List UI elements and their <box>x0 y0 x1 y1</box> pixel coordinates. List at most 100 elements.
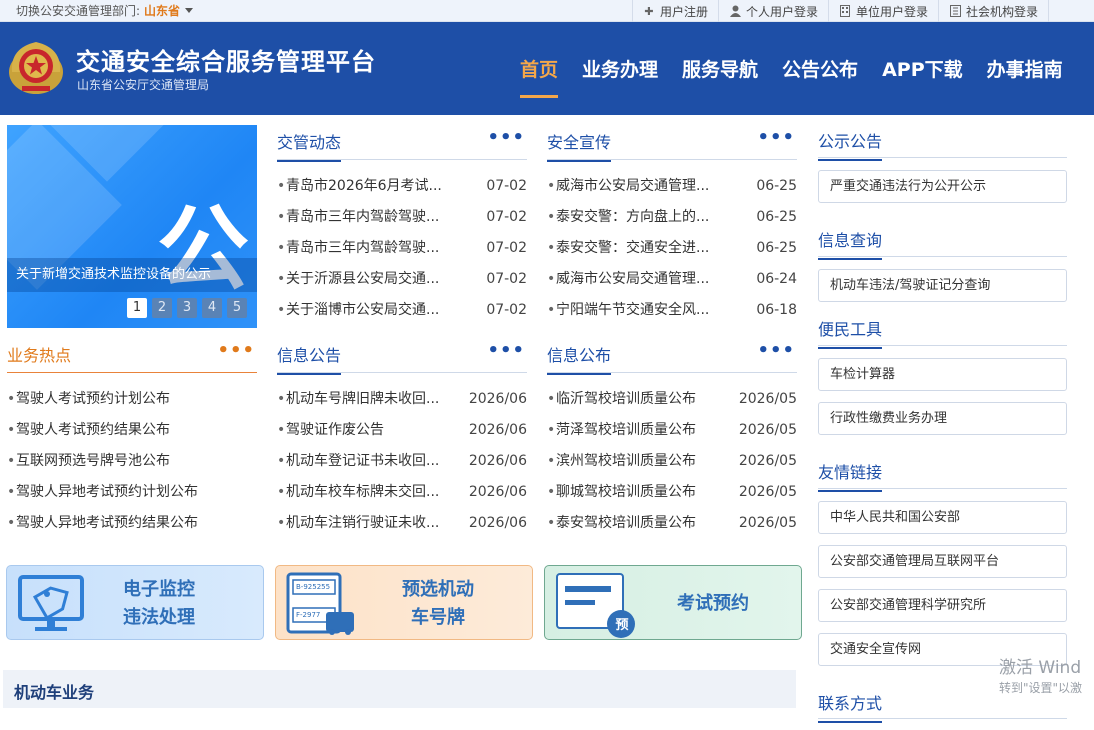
link-box[interactable]: 机动车违法/驾驶证记分查询 <box>818 269 1067 302</box>
nav-service-guide[interactable]: 服务导航 <box>670 22 770 115</box>
item-date: 06-18 <box>756 302 797 318</box>
plate-select-tile[interactable]: B-925255 F-2977 预选机动 车号牌 <box>275 565 533 640</box>
item-title: 驾驶人考试预约计划公布 <box>16 391 170 407</box>
list-item[interactable]: 青岛市三年内驾龄驾驶... 07-02 <box>277 233 527 264</box>
register-link[interactable]: ✚ 用户注册 <box>632 0 718 22</box>
list-item[interactable]: 关于淄博市公安局交通... 07-02 <box>277 295 527 326</box>
item-title: 机动车号牌旧牌未收回... <box>286 391 440 407</box>
caret-down-icon[interactable] <box>185 8 194 13</box>
tile-line: 违法处理 <box>123 607 195 628</box>
item-date: 2026/05 <box>738 391 797 407</box>
user-icon <box>729 5 741 17</box>
department-switcher[interactable]: 切换公安交通管理部门: 山东省 <box>16 2 194 19</box>
activation-watermark-sub: 转到"设置"以激 <box>999 681 1083 695</box>
panel-title[interactable]: 安全宣传 <box>547 129 612 162</box>
more-icon[interactable]: ••• <box>757 127 795 148</box>
panel-title[interactable]: 联系方式 <box>818 690 883 723</box>
list-item[interactable]: 聊城驾校培训质量公布 2026/05 <box>547 477 797 508</box>
list-item[interactable]: 泰安交警：交通安全进... 06-25 <box>547 233 797 264</box>
nav-home[interactable]: 首页 <box>508 22 570 115</box>
item-date: 06-25 <box>756 178 797 194</box>
panel-title[interactable]: 交管动态 <box>277 129 342 162</box>
panel-title[interactable]: 便民工具 <box>818 316 883 349</box>
list-item[interactable]: 互联网预选号牌号池公布 <box>7 446 257 477</box>
nav-announcements[interactable]: 公告公布 <box>770 22 870 115</box>
panel-title[interactable]: 信息查询 <box>818 227 883 260</box>
exam-booking-tile[interactable]: 预 考试预约 <box>544 565 802 640</box>
hot-business-panel: 业务热点 ••• 驾驶人考试预约计划公布 驾驶人考试预约结果公布 互联网预选号牌… <box>7 338 257 539</box>
item-date: 2026/06 <box>468 422 527 438</box>
personal-login-link[interactable]: 个人用户登录 <box>718 0 828 22</box>
list-item[interactable]: 滨州驾校培训质量公布 2026/05 <box>547 446 797 477</box>
site-header: 交通安全综合服务管理平台 山东省公安厅交通管理局 首页 业务办理 服务导航 公告… <box>0 22 1094 115</box>
link-box[interactable]: 严重交通违法行为公开公示 <box>818 170 1067 203</box>
list-item[interactable]: 驾驶人异地考试预约结果公布 <box>7 508 257 539</box>
tile-label: 电子监控 违法处理 <box>107 576 211 632</box>
item-date: 07-02 <box>486 302 527 318</box>
nav-guide[interactable]: 办事指南 <box>975 22 1075 115</box>
link-box[interactable]: 公安部交通管理科学研究所 <box>818 589 1067 622</box>
link-box[interactable]: 行政性缴费业务办理 <box>818 402 1067 435</box>
list-item[interactable]: 机动车注销行驶证未收... 2026/06 <box>277 508 527 539</box>
list-item[interactable]: 青岛市2026年6月考试... 07-02 <box>277 171 527 202</box>
list-item[interactable]: 驾驶人考试预约计划公布 <box>7 384 257 415</box>
list-item[interactable]: 青岛市三年内驾龄驾驶... 07-02 <box>277 202 527 233</box>
link-box[interactable]: 车检计算器 <box>818 358 1067 391</box>
more-icon[interactable]: ••• <box>487 340 525 361</box>
list-item[interactable]: 威海市公安局交通管理... 06-25 <box>547 171 797 202</box>
list-item[interactable]: 机动车号牌旧牌未收回... 2026/06 <box>277 384 527 415</box>
carousel-dot[interactable]: 1 <box>127 298 147 318</box>
account-links: ✚ 用户注册 个人用户登录 单位用户登录 社会机构登录 <box>632 0 1050 22</box>
item-date: 2026/05 <box>738 422 797 438</box>
list-item[interactable]: 泰安交警：方向盘上的... 06-25 <box>547 202 797 233</box>
list-item[interactable]: 临沂驾校培训质量公布 2026/05 <box>547 384 797 415</box>
list-item[interactable]: 机动车登记证书未收回... 2026/06 <box>277 446 527 477</box>
nav-business[interactable]: 业务办理 <box>570 22 670 115</box>
list-item[interactable]: 驾驶证作废公告 2026/06 <box>277 415 527 446</box>
item-title: 临沂驾校培训质量公布 <box>556 391 696 407</box>
list-item[interactable]: 菏泽驾校培训质量公布 2026/05 <box>547 415 797 446</box>
carousel-dot[interactable]: 2 <box>152 298 172 318</box>
plus-icon: ✚ <box>644 4 654 18</box>
list-item[interactable]: 关于沂源县公安局交通... 07-02 <box>277 264 527 295</box>
panel-title[interactable]: 信息公布 <box>547 342 612 375</box>
carousel-dot[interactable]: 5 <box>227 298 247 318</box>
list-item[interactable]: 驾驶人考试预约结果公布 <box>7 415 257 446</box>
tile-label: 预选机动 车号牌 <box>386 576 490 632</box>
link-box[interactable]: 中华人民共和国公安部 <box>818 501 1067 534</box>
more-icon[interactable]: ••• <box>757 340 795 361</box>
list-item[interactable]: 驾驶人异地考试预约计划公布 <box>7 477 257 508</box>
monitor-tag-icon <box>18 575 84 631</box>
more-icon[interactable]: ••• <box>217 340 255 361</box>
list-item[interactable]: 泰安驾校培训质量公布 2026/05 <box>547 508 797 539</box>
link-box[interactable]: 公安部交通管理局互联网平台 <box>818 545 1067 578</box>
news-carousel[interactable]: 公 关于新增交通技术监控设备的公示 1 2 3 4 5 <box>7 125 257 328</box>
list-item[interactable]: 宁阳端午节交通安全风... 06-18 <box>547 295 797 326</box>
panel-title[interactable]: 友情链接 <box>818 459 883 492</box>
nav-app-download[interactable]: APP下载 <box>870 22 975 115</box>
item-title: 聊城驾校培训质量公布 <box>556 484 696 500</box>
carousel-caption[interactable]: 关于新增交通技术监控设备的公示 <box>7 258 257 292</box>
item-date: 2026/05 <box>738 515 797 531</box>
carousel-dot[interactable]: 4 <box>202 298 222 318</box>
more-icon[interactable]: ••• <box>487 127 525 148</box>
unit-login-link[interactable]: 单位用户登录 <box>828 0 938 22</box>
plate-a-text: B-925255 <box>296 583 331 591</box>
item-date: 2026/06 <box>468 391 527 407</box>
panel-title[interactable]: 信息公告 <box>277 342 342 375</box>
province-selected[interactable]: 山东省 <box>144 4 180 18</box>
list-item[interactable]: 机动车校车标牌未交回... 2026/06 <box>277 477 527 508</box>
panel-title[interactable]: 业务热点 <box>7 342 71 372</box>
e-monitor-tile[interactable]: 电子监控 违法处理 <box>6 565 264 640</box>
info-publish-panel: 信息公布 ••• 临沂驾校培训质量公布 2026/05 菏泽驾校培训质量公布 202… <box>547 338 797 539</box>
info-query-panel: 信息查询 <box>818 224 1067 260</box>
public-announcement-panel: 公示公告 <box>818 125 1067 161</box>
panel-title[interactable]: 公示公告 <box>818 128 883 161</box>
police-emblem-icon <box>9 42 63 94</box>
plate-b-text: F-2977 <box>296 611 321 619</box>
list-item[interactable]: 威海市公安局交通管理... 06-24 <box>547 264 797 295</box>
tile-line: 预选机动 <box>402 579 474 600</box>
activation-watermark: 激活 Wind <box>999 658 1082 678</box>
carousel-dot[interactable]: 3 <box>177 298 197 318</box>
institution-login-link[interactable]: 社会机构登录 <box>938 0 1050 22</box>
